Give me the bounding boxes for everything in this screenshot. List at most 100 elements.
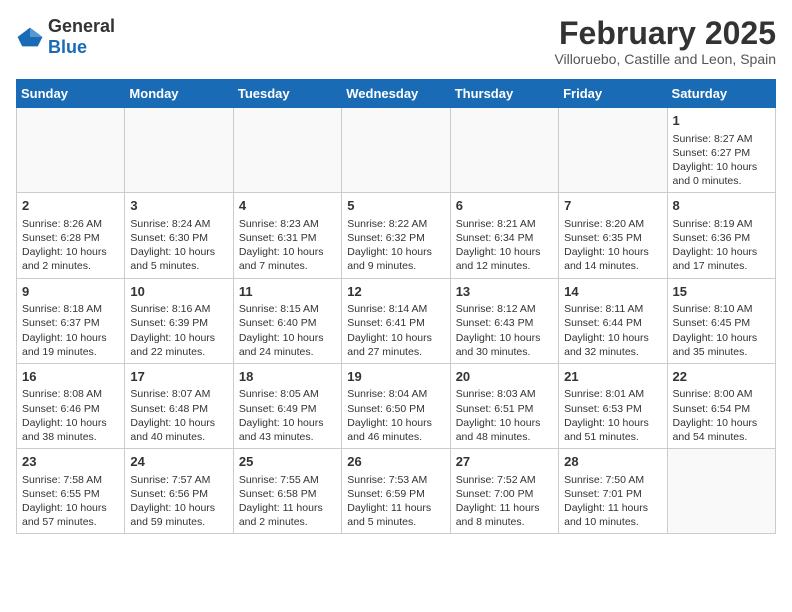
day-cell: 7 Sunrise: 8:20 AM Sunset: 6:35 PM Daylig… <box>559 193 667 278</box>
day-number: 20 <box>456 368 553 386</box>
day-info: Sunrise: 8:05 AM Sunset: 6:49 PM Dayligh… <box>239 387 336 444</box>
day-info: Sunrise: 8:11 AM Sunset: 6:44 PM Dayligh… <box>564 302 661 359</box>
day-info: Sunrise: 8:26 AM Sunset: 6:28 PM Dayligh… <box>22 217 119 274</box>
day-number: 24 <box>130 453 227 471</box>
header-day-thursday: Thursday <box>450 80 558 108</box>
day-cell: 5 Sunrise: 8:22 AM Sunset: 6:32 PM Daylig… <box>342 193 450 278</box>
day-info: Sunrise: 8:15 AM Sunset: 6:40 PM Dayligh… <box>239 302 336 359</box>
day-info: Sunrise: 7:53 AM Sunset: 6:59 PM Dayligh… <box>347 473 444 530</box>
calendar-header: SundayMondayTuesdayWednesdayThursdayFrid… <box>17 80 776 108</box>
day-cell: 28 Sunrise: 7:50 AM Sunset: 7:01 PM Dayli… <box>559 449 667 534</box>
week-row-3: 16Sunrise: 8:08 AM Sunset: 6:46 PM Dayli… <box>17 363 776 448</box>
day-info: Sunrise: 8:08 AM Sunset: 6:46 PM Dayligh… <box>22 387 119 444</box>
day-info: Sunrise: 8:10 AM Sunset: 6:45 PM Dayligh… <box>673 302 770 359</box>
logo: General Blue <box>16 16 115 58</box>
week-row-4: 23Sunrise: 7:58 AM Sunset: 6:55 PM Dayli… <box>17 449 776 534</box>
day-info: Sunrise: 8:24 AM Sunset: 6:30 PM Dayligh… <box>130 217 227 274</box>
day-number: 22 <box>673 368 770 386</box>
calendar-body: 1Sunrise: 8:27 AM Sunset: 6:27 PM Daylig… <box>17 108 776 534</box>
day-number: 3 <box>130 197 227 215</box>
day-cell <box>17 108 125 193</box>
day-cell <box>667 449 775 534</box>
day-number: 16 <box>22 368 119 386</box>
day-cell: 8 Sunrise: 8:19 AM Sunset: 6:36 PM Daylig… <box>667 193 775 278</box>
day-number: 13 <box>456 283 553 301</box>
title-area: February 2025 Villoruebo, Castille and L… <box>554 16 776 67</box>
day-number: 6 <box>456 197 553 215</box>
day-cell <box>233 108 341 193</box>
day-cell: 17Sunrise: 8:07 AM Sunset: 6:48 PM Dayli… <box>125 363 233 448</box>
logo-blue-text: Blue <box>48 37 87 57</box>
day-cell: 24 Sunrise: 7:57 AM Sunset: 6:56 PM Dayli… <box>125 449 233 534</box>
day-info: Sunrise: 7:50 AM Sunset: 7:01 PM Dayligh… <box>564 473 661 530</box>
week-row-2: 9Sunrise: 8:18 AM Sunset: 6:37 PM Daylig… <box>17 278 776 363</box>
header-row: SundayMondayTuesdayWednesdayThursdayFrid… <box>17 80 776 108</box>
logo-icon <box>16 26 44 48</box>
day-number: 8 <box>673 197 770 215</box>
day-info: Sunrise: 8:23 AM Sunset: 6:31 PM Dayligh… <box>239 217 336 274</box>
day-cell: 6 Sunrise: 8:21 AM Sunset: 6:34 PM Daylig… <box>450 193 558 278</box>
header-day-sunday: Sunday <box>17 80 125 108</box>
day-cell: 11Sunrise: 8:15 AM Sunset: 6:40 PM Dayli… <box>233 278 341 363</box>
day-cell: 14Sunrise: 8:11 AM Sunset: 6:44 PM Dayli… <box>559 278 667 363</box>
header-day-saturday: Saturday <box>667 80 775 108</box>
day-info: Sunrise: 8:00 AM Sunset: 6:54 PM Dayligh… <box>673 387 770 444</box>
day-number: 7 <box>564 197 661 215</box>
header-day-tuesday: Tuesday <box>233 80 341 108</box>
day-cell: 3 Sunrise: 8:24 AM Sunset: 6:30 PM Daylig… <box>125 193 233 278</box>
day-info: Sunrise: 8:20 AM Sunset: 6:35 PM Dayligh… <box>564 217 661 274</box>
day-number: 11 <box>239 283 336 301</box>
day-number: 25 <box>239 453 336 471</box>
day-cell: 16Sunrise: 8:08 AM Sunset: 6:46 PM Dayli… <box>17 363 125 448</box>
day-info: Sunrise: 8:22 AM Sunset: 6:32 PM Dayligh… <box>347 217 444 274</box>
week-row-1: 2 Sunrise: 8:26 AM Sunset: 6:28 PM Daylig… <box>17 193 776 278</box>
day-cell: 13Sunrise: 8:12 AM Sunset: 6:43 PM Dayli… <box>450 278 558 363</box>
day-cell: 12Sunrise: 8:14 AM Sunset: 6:41 PM Dayli… <box>342 278 450 363</box>
day-cell <box>342 108 450 193</box>
day-cell: 25Sunrise: 7:55 AM Sunset: 6:58 PM Dayli… <box>233 449 341 534</box>
day-info: Sunrise: 8:12 AM Sunset: 6:43 PM Dayligh… <box>456 302 553 359</box>
day-cell: 20Sunrise: 8:03 AM Sunset: 6:51 PM Dayli… <box>450 363 558 448</box>
day-info: Sunrise: 8:19 AM Sunset: 6:36 PM Dayligh… <box>673 217 770 274</box>
day-cell <box>559 108 667 193</box>
header-day-monday: Monday <box>125 80 233 108</box>
day-cell: 26Sunrise: 7:53 AM Sunset: 6:59 PM Dayli… <box>342 449 450 534</box>
day-info: Sunrise: 8:18 AM Sunset: 6:37 PM Dayligh… <box>22 302 119 359</box>
day-info: Sunrise: 8:14 AM Sunset: 6:41 PM Dayligh… <box>347 302 444 359</box>
day-number: 12 <box>347 283 444 301</box>
day-cell: 18Sunrise: 8:05 AM Sunset: 6:49 PM Dayli… <box>233 363 341 448</box>
day-cell <box>125 108 233 193</box>
header: General Blue February 2025 Villoruebo, C… <box>16 16 776 67</box>
day-number: 19 <box>347 368 444 386</box>
day-number: 1 <box>673 112 770 130</box>
day-cell: 27Sunrise: 7:52 AM Sunset: 7:00 PM Dayli… <box>450 449 558 534</box>
day-info: Sunrise: 8:21 AM Sunset: 6:34 PM Dayligh… <box>456 217 553 274</box>
day-number: 10 <box>130 283 227 301</box>
logo-general-text: General <box>48 16 115 36</box>
day-info: Sunrise: 8:01 AM Sunset: 6:53 PM Dayligh… <box>564 387 661 444</box>
day-cell: 4 Sunrise: 8:23 AM Sunset: 6:31 PM Daylig… <box>233 193 341 278</box>
day-number: 27 <box>456 453 553 471</box>
day-cell: 21Sunrise: 8:01 AM Sunset: 6:53 PM Dayli… <box>559 363 667 448</box>
day-number: 15 <box>673 283 770 301</box>
day-cell: 22Sunrise: 8:00 AM Sunset: 6:54 PM Dayli… <box>667 363 775 448</box>
day-cell: 10Sunrise: 8:16 AM Sunset: 6:39 PM Dayli… <box>125 278 233 363</box>
day-cell: 19Sunrise: 8:04 AM Sunset: 6:50 PM Dayli… <box>342 363 450 448</box>
calendar-title: February 2025 <box>554 16 776 51</box>
day-info: Sunrise: 8:16 AM Sunset: 6:39 PM Dayligh… <box>130 302 227 359</box>
day-number: 14 <box>564 283 661 301</box>
day-number: 4 <box>239 197 336 215</box>
header-day-wednesday: Wednesday <box>342 80 450 108</box>
day-info: Sunrise: 8:04 AM Sunset: 6:50 PM Dayligh… <box>347 387 444 444</box>
day-info: Sunrise: 7:57 AM Sunset: 6:56 PM Dayligh… <box>130 473 227 530</box>
day-number: 2 <box>22 197 119 215</box>
day-number: 21 <box>564 368 661 386</box>
calendar-subtitle: Villoruebo, Castille and Leon, Spain <box>554 51 776 67</box>
day-info: Sunrise: 8:07 AM Sunset: 6:48 PM Dayligh… <box>130 387 227 444</box>
calendar-table: SundayMondayTuesdayWednesdayThursdayFrid… <box>16 79 776 534</box>
day-cell <box>450 108 558 193</box>
day-number: 5 <box>347 197 444 215</box>
day-cell: 23Sunrise: 7:58 AM Sunset: 6:55 PM Dayli… <box>17 449 125 534</box>
day-number: 28 <box>564 453 661 471</box>
day-cell: 9Sunrise: 8:18 AM Sunset: 6:37 PM Daylig… <box>17 278 125 363</box>
